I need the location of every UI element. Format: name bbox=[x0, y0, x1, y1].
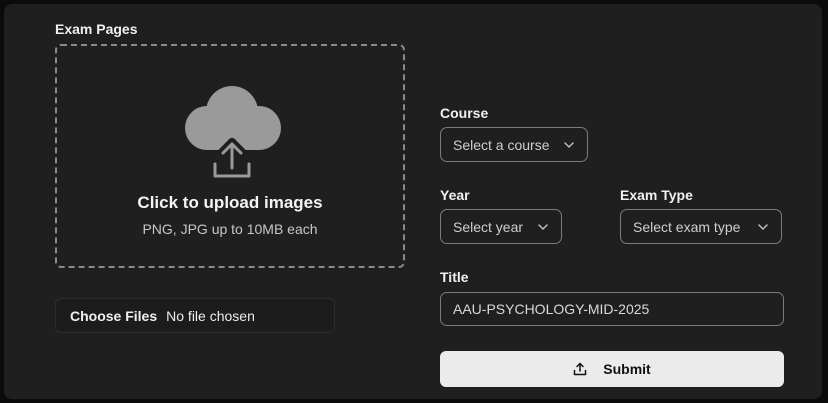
upload-hint: PNG, JPG up to 10MB each bbox=[142, 221, 318, 237]
chevron-down-icon bbox=[564, 141, 574, 148]
upload-icon bbox=[574, 362, 587, 376]
course-select-value: Select a course bbox=[453, 136, 550, 153]
file-input[interactable]: Choose Files No file chosen bbox=[55, 298, 335, 333]
course-label: Course bbox=[440, 105, 489, 121]
cloud-upload-icon bbox=[185, 86, 281, 184]
file-status: No file chosen bbox=[166, 307, 255, 324]
exam-type-label: Exam Type bbox=[620, 187, 693, 203]
exam-type-select-value: Select exam type bbox=[633, 218, 741, 235]
title-input[interactable] bbox=[440, 292, 784, 326]
submit-label: Submit bbox=[603, 361, 651, 377]
image-dropzone[interactable]: Click to upload images PNG, JPG up to 10… bbox=[55, 44, 405, 268]
chevron-down-icon bbox=[538, 223, 548, 230]
year-label: Year bbox=[440, 187, 470, 203]
submit-button[interactable]: Submit bbox=[440, 351, 784, 387]
chevron-down-icon bbox=[758, 223, 768, 230]
title-label: Title bbox=[440, 269, 469, 285]
year-select-value: Select year bbox=[453, 218, 524, 235]
course-select[interactable]: Select a course bbox=[440, 127, 588, 162]
exam-type-select[interactable]: Select exam type bbox=[620, 209, 782, 244]
year-select[interactable]: Select year bbox=[440, 209, 562, 244]
upload-form-card: Exam Pages Click to upload images PNG, J… bbox=[4, 4, 822, 399]
upload-title: Click to upload images bbox=[137, 193, 323, 212]
choose-files-button[interactable]: Choose Files bbox=[70, 308, 157, 324]
exam-pages-label: Exam Pages bbox=[55, 21, 138, 37]
